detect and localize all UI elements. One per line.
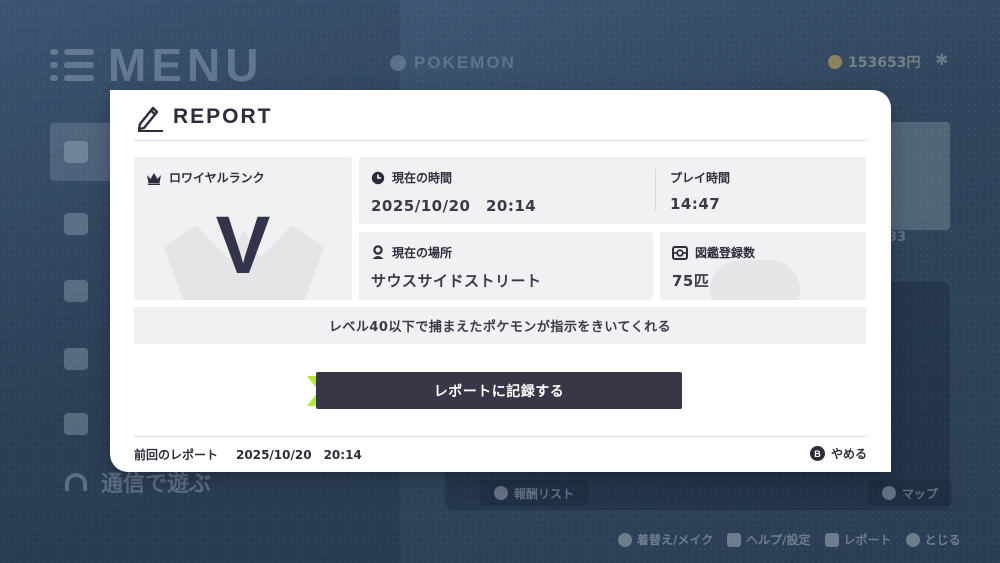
- cancel-label: やめる: [830, 447, 867, 461]
- pokemon-tab: POKEMON: [390, 53, 516, 73]
- wifi-icon: [65, 473, 87, 491]
- clock-icon: [371, 171, 385, 184]
- record-report-button[interactable]: レポートに記録する: [316, 372, 682, 409]
- cancel-button[interactable]: B やめる: [809, 445, 867, 462]
- report-title: REPORT: [173, 105, 273, 128]
- previous-report-value: 2025/10/20 20:14: [236, 448, 362, 462]
- l-button-icon: [727, 532, 742, 547]
- play-icon: [390, 55, 406, 71]
- plus-button-icon: [882, 486, 896, 500]
- minus-button-icon: [618, 532, 632, 547]
- report-header: REPORT: [134, 102, 273, 132]
- play-time-value: 14:47: [670, 195, 721, 213]
- location-value: サウスサイドストリート: [371, 272, 542, 290]
- search-menu-icon: [64, 348, 88, 370]
- menu-icon: [50, 49, 94, 81]
- rank-value: V: [215, 200, 271, 291]
- time-divider: [655, 169, 656, 211]
- hint-dressup: 着替え/メイク: [618, 531, 713, 548]
- pokedex-menu-icon: [64, 280, 88, 302]
- location-tile: 現在の場所 サウスサイドストリート: [359, 232, 653, 300]
- gear-icon: ✱: [935, 50, 949, 69]
- x-button-icon: [494, 486, 508, 500]
- b-button-icon: B: [809, 446, 825, 461]
- r-button-icon: [824, 532, 839, 547]
- pencil-icon: [137, 106, 163, 132]
- footer-divider: [134, 436, 867, 437]
- pin-icon: [372, 245, 384, 259]
- previous-report-label: 前回のレポート: [134, 448, 219, 462]
- rank-tile: ロワイヤルランク V: [134, 157, 352, 300]
- hint-report: レポート: [824, 531, 892, 548]
- info-message: レベル40以下で捕まえたポケモンが指示をきいてくれる: [134, 307, 866, 344]
- hint-close: とじる: [905, 531, 961, 548]
- hint-help: ヘルプ/設定: [727, 531, 811, 548]
- crown-icon: [147, 172, 161, 185]
- pokedex-tile: 図鑑登録数 75匹: [660, 232, 866, 300]
- time-tile: 現在の時間 2025/10/20 20:14 プレイ時間 14:47: [359, 157, 866, 224]
- button-hints: 着替え/メイク ヘルプ/設定 レポート とじる: [618, 531, 961, 548]
- current-time-value: 2025/10/20 20:14: [371, 197, 537, 215]
- report-dialog: REPORT ロワイヤルランク V 現在の時間 2025/10/20 20:14…: [110, 90, 891, 472]
- rank-menu-icon: [64, 413, 88, 435]
- current-time-label: 現在の時間: [371, 169, 452, 186]
- money-display: 153653円: [828, 52, 920, 72]
- header-divider: [134, 140, 867, 141]
- record-button-wrap: レポートに記録する: [307, 372, 682, 409]
- pokedex-icon: [672, 245, 688, 260]
- reward-list-chip: 報酬リスト: [480, 480, 589, 506]
- pokedex-label: 図鑑登録数: [672, 244, 755, 261]
- play-time-label: プレイ時間: [670, 171, 731, 185]
- location-label: 現在の場所: [371, 244, 452, 261]
- boxes-icon: [64, 213, 88, 235]
- b-button-icon: [905, 532, 920, 547]
- map-chip: マップ: [868, 480, 953, 506]
- coin-icon: [828, 55, 842, 69]
- menu-title: MENU: [50, 38, 263, 92]
- pokedex-value: 75匹: [672, 272, 710, 290]
- pokedex-watermark: [710, 260, 800, 300]
- bag-icon: [64, 141, 88, 163]
- previous-report: 前回のレポート 2025/10/20 20:14: [134, 446, 362, 463]
- rank-label: ロワイヤルランク: [146, 169, 265, 186]
